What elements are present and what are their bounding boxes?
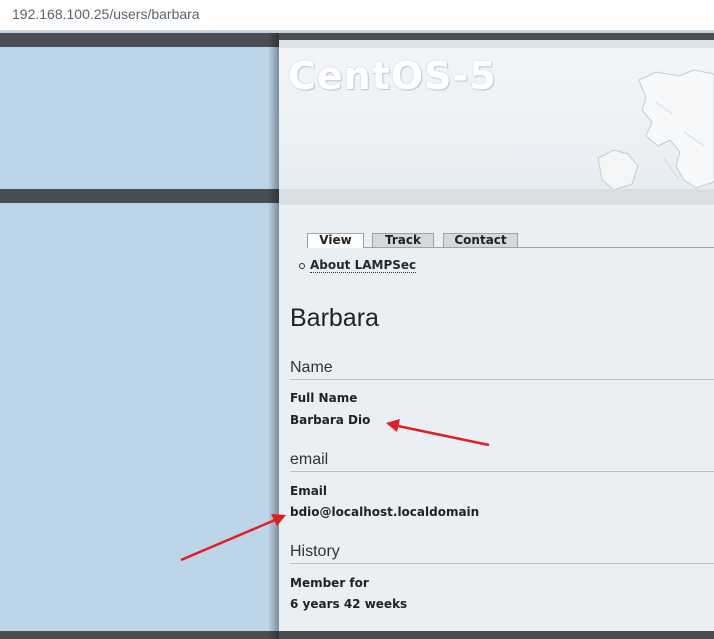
tab-bar: View Track Contact bbox=[307, 233, 714, 248]
tab-view[interactable]: View bbox=[307, 233, 364, 248]
url-text[interactable]: 192.168.100.25/users/barbara bbox=[12, 6, 200, 22]
about-lampsec-link[interactable]: About LAMPSec bbox=[310, 258, 417, 273]
main-content: View Track Contact About LAMPSec Barbara… bbox=[279, 205, 714, 631]
address-bar[interactable]: 192.168.100.25/users/barbara bbox=[0, 0, 714, 31]
world-map-graphic bbox=[597, 69, 714, 190]
section-heading-name: Name bbox=[290, 359, 714, 380]
section-heading-history: History bbox=[290, 543, 714, 564]
tab-track[interactable]: Track bbox=[372, 233, 434, 247]
left-blue-pane-top bbox=[0, 47, 279, 189]
email-value: bdio@localhost.localdomain bbox=[290, 505, 480, 519]
section-heading-email: email bbox=[290, 451, 714, 472]
page-title: Barbara bbox=[290, 304, 379, 332]
left-blue-pane-bottom bbox=[0, 203, 279, 631]
site-header: CentOS-5 bbox=[279, 40, 714, 190]
email-label: Email bbox=[290, 484, 328, 498]
member-for-label: Member for bbox=[290, 576, 369, 590]
centos-logo: CentOS-5 bbox=[288, 54, 497, 98]
full-name-value: Barbara Dio bbox=[290, 413, 371, 427]
tab-contact[interactable]: Contact bbox=[443, 233, 518, 247]
header-gap bbox=[279, 189, 714, 205]
page-shadow bbox=[268, 33, 279, 639]
bottom-dark-bar bbox=[0, 631, 714, 639]
member-for-value: 6 years 42 weeks bbox=[290, 597, 408, 611]
header-strip bbox=[279, 40, 714, 48]
full-name-label: Full Name bbox=[290, 391, 358, 405]
bullet-icon bbox=[299, 263, 305, 269]
